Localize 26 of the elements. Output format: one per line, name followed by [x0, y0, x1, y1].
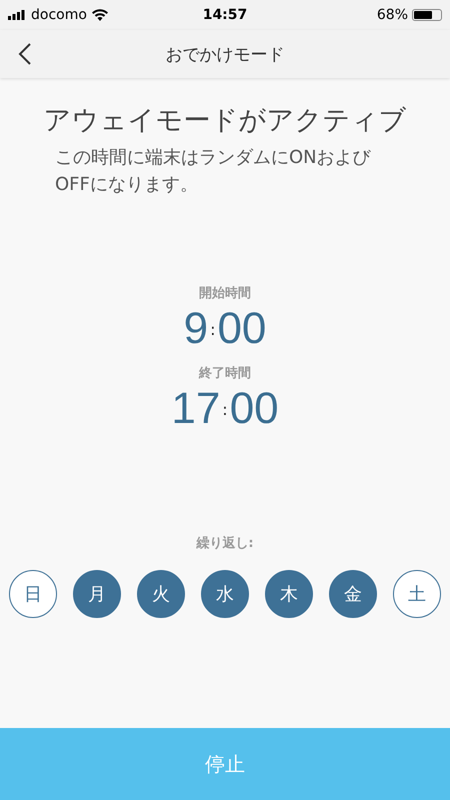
- minute-value[interactable]: 00: [217, 302, 266, 356]
- day-toggle[interactable]: 金: [329, 570, 377, 618]
- screen-title: おでかけモード: [164, 44, 286, 66]
- day-toggle[interactable]: 土: [393, 570, 441, 618]
- day-toggle[interactable]: 木: [265, 570, 313, 618]
- day-toggle[interactable]: 水: [201, 570, 249, 618]
- battery-percent: 68%: [376, 7, 408, 23]
- time-label: 終了時間: [198, 365, 251, 382]
- battery-icon: [412, 9, 442, 21]
- clock-time: 14:57: [202, 7, 248, 23]
- day-toggle[interactable]: 月: [73, 570, 121, 618]
- time-label: 開始時間: [198, 285, 251, 302]
- time-separator: :: [210, 320, 216, 338]
- minute-value[interactable]: 00: [230, 382, 279, 436]
- signal-icon: [8, 10, 26, 20]
- day-toggle[interactable]: 日: [9, 570, 57, 618]
- repeat-label: 繰り返し:: [196, 534, 254, 552]
- wifi-icon: [92, 9, 108, 21]
- carrier-name: docomo: [31, 7, 87, 23]
- status-heading: アウェイモードがアクティブ: [44, 104, 406, 138]
- time-separator: :: [222, 400, 228, 418]
- back-button[interactable]: [18, 42, 32, 66]
- hour-value[interactable]: 17: [171, 382, 220, 436]
- hour-value[interactable]: 9: [184, 302, 208, 356]
- description-text: この時間に端末はランダムにONおよびOFFになります。: [55, 146, 372, 197]
- day-toggle[interactable]: 火: [137, 570, 185, 618]
